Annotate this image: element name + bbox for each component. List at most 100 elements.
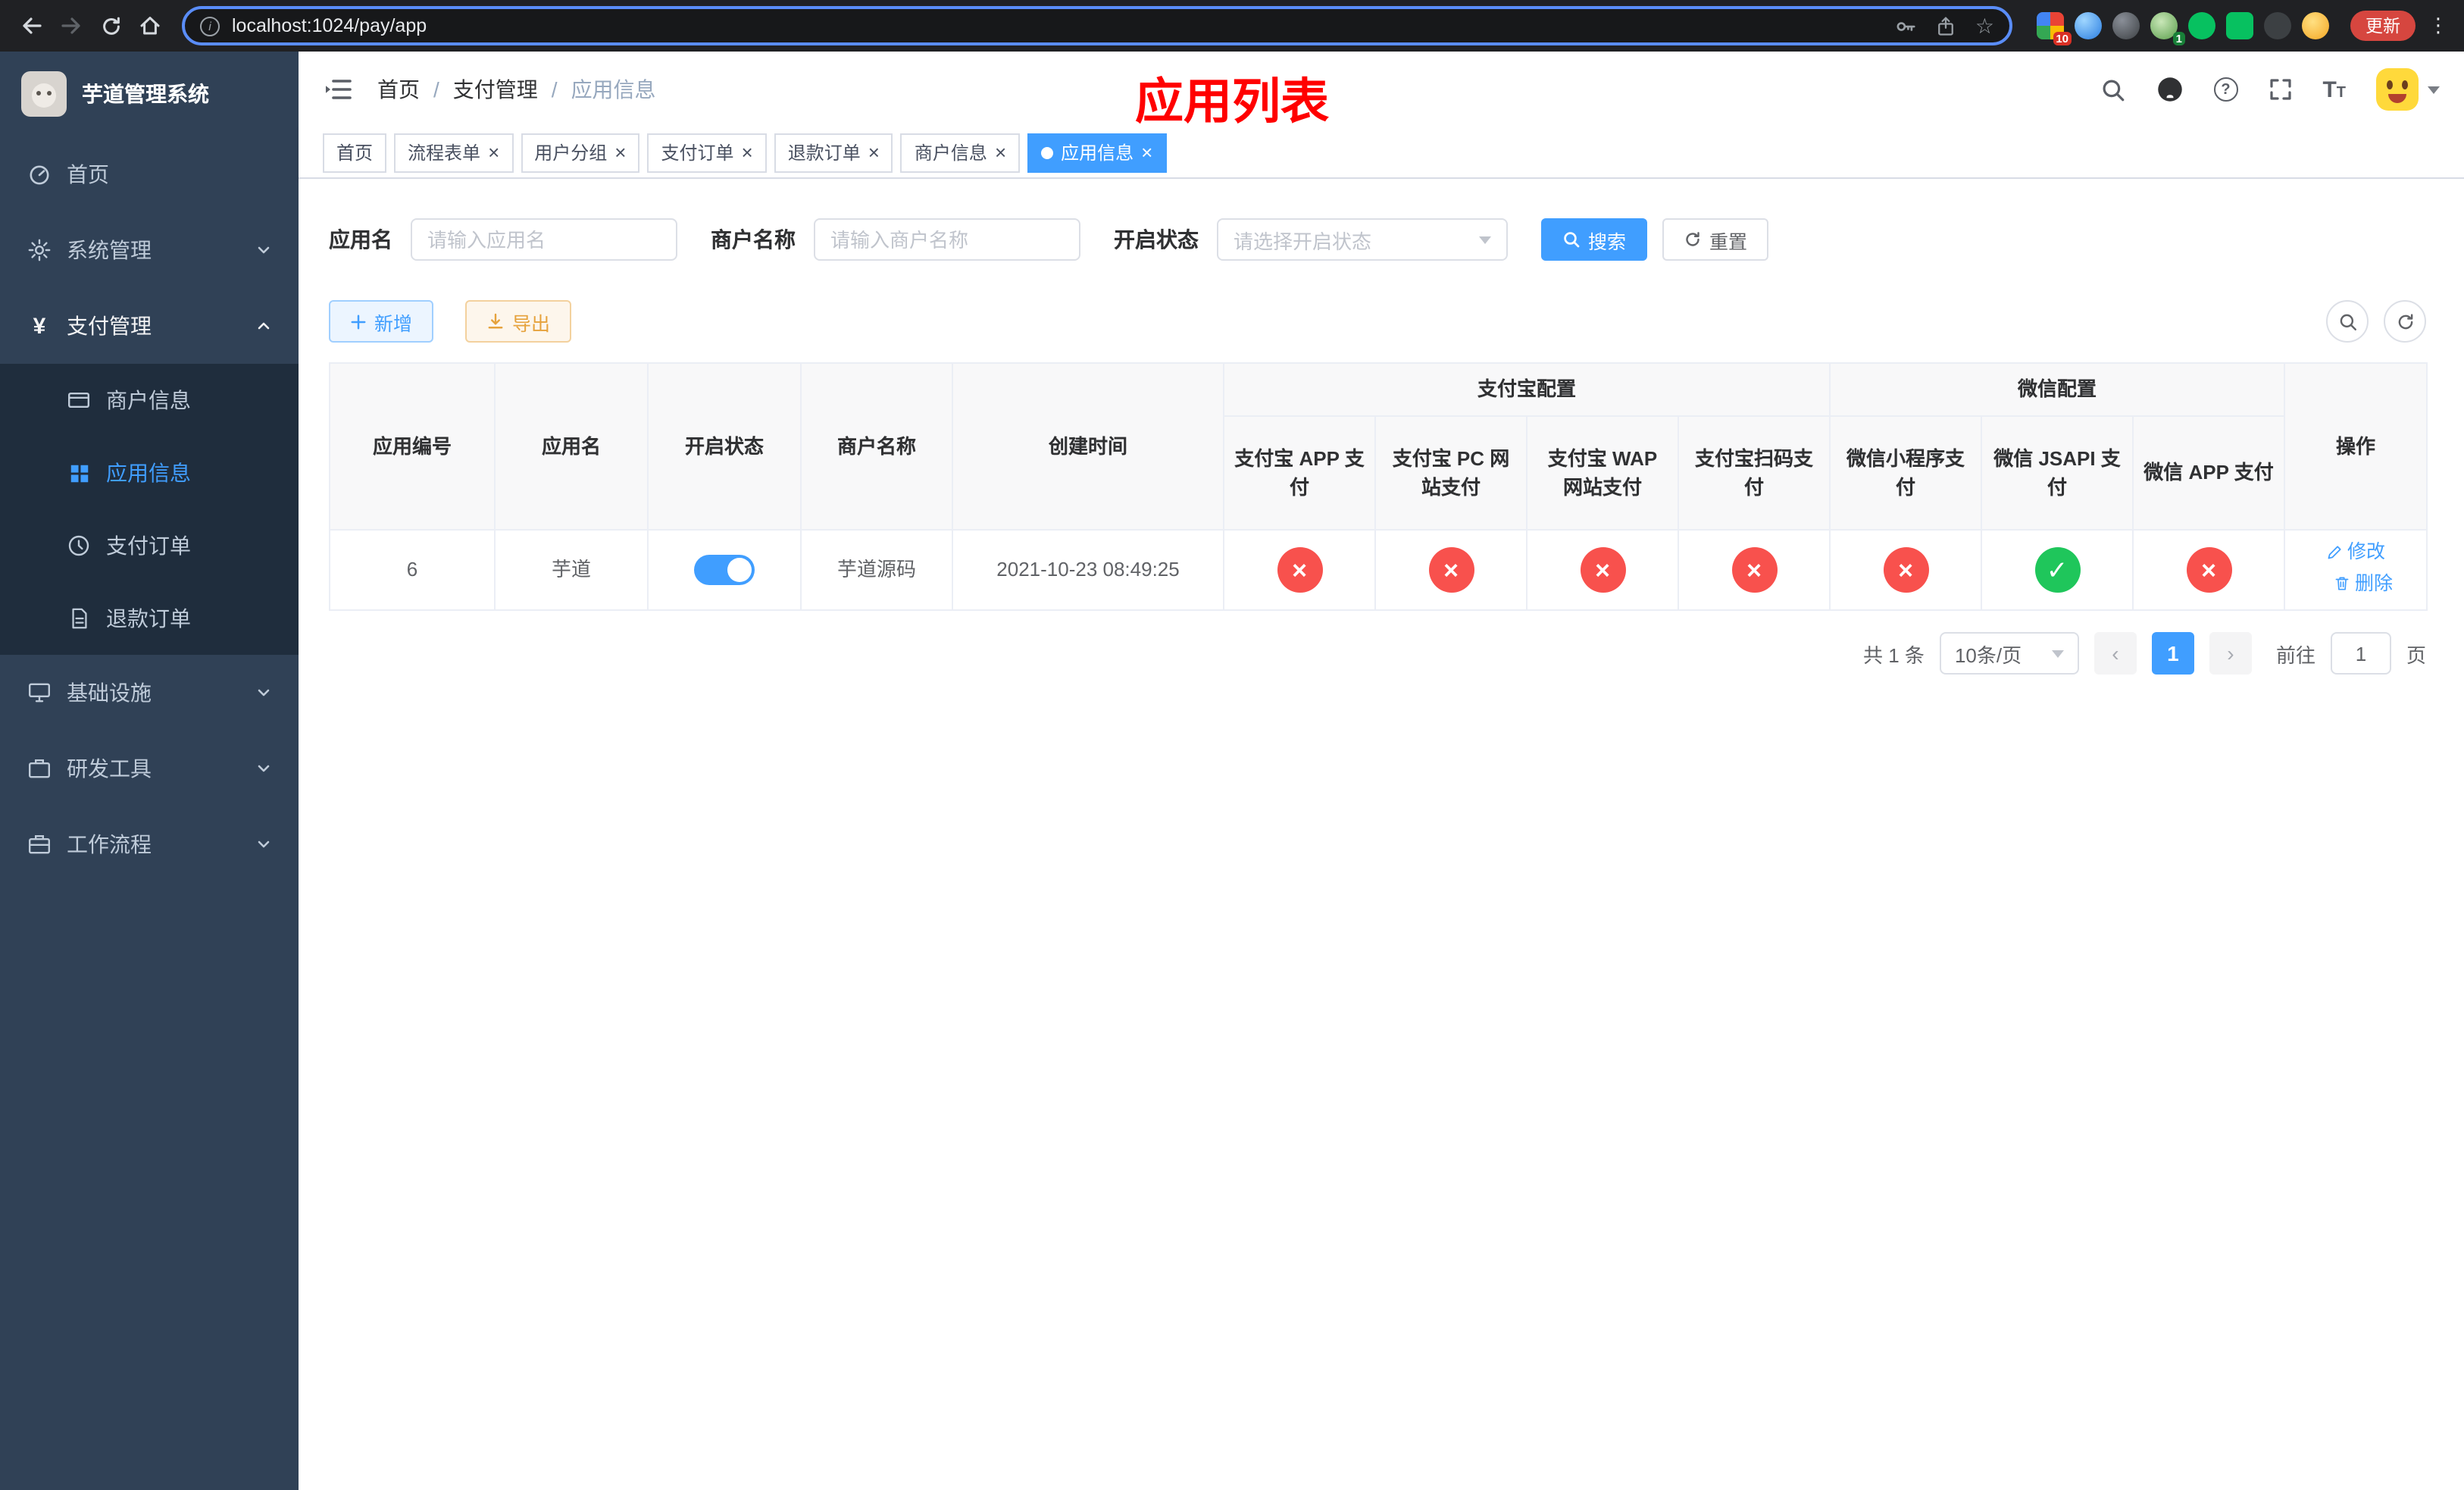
status-select[interactable]: 请选择开启状态	[1217, 218, 1508, 261]
merchant-name-input[interactable]	[814, 218, 1080, 261]
sidebar-item-infrastructure[interactable]: 基础设施	[0, 655, 299, 731]
app-table: 应用编号 应用名 开启状态 商户名称 创建时间 支付宝配置 微信配置 操作 支付…	[329, 362, 2428, 611]
add-button[interactable]: 新增	[329, 300, 434, 343]
extension-icon-green-chat[interactable]	[2226, 12, 2253, 39]
card-icon	[67, 388, 91, 412]
table-row: 6 芋道 芋道源码 2021-10-23 08:49:25 × × × × ×	[329, 529, 2428, 611]
next-page-button[interactable]: ›	[2209, 632, 2252, 675]
password-key-icon[interactable]	[1895, 14, 1918, 37]
close-icon[interactable]: ×	[742, 142, 753, 162]
user-menu[interactable]	[2376, 68, 2440, 111]
status-toggle[interactable]	[694, 555, 755, 586]
share-icon[interactable]	[1936, 14, 1957, 37]
cell-merchant-name: 芋道源码	[800, 529, 953, 611]
site-info-icon[interactable]: i	[200, 16, 220, 36]
cell-actions: 修改 删除	[2284, 529, 2428, 611]
alipay-wap-status-icon: ×	[1580, 547, 1625, 593]
help-icon[interactable]: ?	[2213, 77, 2238, 102]
tab-home[interactable]: 首页	[323, 133, 387, 172]
breadcrumb: 首页 / 支付管理 / 应用信息	[377, 74, 656, 105]
breadcrumb-payment[interactable]: 支付管理	[453, 74, 538, 105]
edit-link[interactable]: 修改	[2326, 539, 2385, 568]
page-number-button[interactable]: 1	[2151, 632, 2194, 675]
extension-icon-grid[interactable]: 10	[2037, 12, 2072, 45]
sidebar-item-merchant-info[interactable]: 商户信息	[0, 364, 299, 437]
sidebar-item-workflow[interactable]: 工作流程	[0, 806, 299, 882]
address-bar[interactable]: i localhost:1024/pay/app ☆	[182, 6, 2012, 45]
tab-app-info[interactable]: 应用信息 ×	[1027, 133, 1167, 172]
sidebar-item-refund-orders[interactable]: 退款订单	[0, 582, 299, 655]
sidebar-item-payment-orders[interactable]: 支付订单	[0, 509, 299, 582]
browser-reload-button[interactable]	[91, 6, 130, 45]
filter-form: 应用名 商户名称 开启状态 请选择开启状态	[329, 218, 2426, 261]
col-alipay-qr: 支付宝扫码支付	[1677, 415, 1831, 531]
total-count: 共 1 条	[1863, 643, 1925, 666]
sidebar-item-home[interactable]: 首页	[0, 136, 299, 212]
tab-merchant-info[interactable]: 商户信息 ×	[900, 133, 1021, 172]
header-search-icon[interactable]	[2100, 77, 2125, 102]
sidebar-menu: 首页 系统管理 ¥ 支付管理 商户信息 应用信息 支付订单 退款订单 基础设施 …	[0, 136, 299, 882]
tab-payment-orders[interactable]: 支付订单 ×	[647, 133, 767, 172]
yen-icon: ¥	[33, 313, 46, 339]
caret-down-icon	[2428, 86, 2440, 93]
sidebar-item-app-info[interactable]: 应用信息	[0, 437, 299, 509]
tab-process-form[interactable]: 流程表单 ×	[394, 133, 514, 172]
merchant-name-label: 商户名称	[711, 227, 796, 252]
logo-avatar-image	[21, 71, 67, 117]
extension-icon-avatar[interactable]: 1	[2150, 12, 2185, 45]
cell-create-time: 2021-10-23 08:49:25	[952, 529, 1224, 611]
font-size-icon[interactable]: TT	[2322, 78, 2346, 101]
hamburger-icon[interactable]	[323, 74, 353, 105]
browser-forward-button[interactable]	[52, 6, 91, 45]
delete-link[interactable]: 删除	[2334, 570, 2393, 599]
page-size-select[interactable]: 10条/页	[1939, 632, 2079, 675]
sidebar-item-dev-tools[interactable]: 研发工具	[0, 731, 299, 806]
extension-icon-blue[interactable]	[2075, 12, 2102, 39]
page-content: 应用名 商户名称 开启状态 请选择开启状态	[299, 179, 2464, 1490]
cell-app-name: 芋道	[494, 529, 649, 611]
refresh-table-button[interactable]	[2384, 300, 2426, 343]
tab-refund-orders[interactable]: 退款订单 ×	[774, 133, 893, 172]
toggle-search-button[interactable]	[2326, 300, 2369, 343]
sidebar-item-payment[interactable]: ¥ 支付管理	[0, 288, 299, 364]
fullscreen-icon[interactable]	[2268, 77, 2292, 102]
alipay-qr-status-icon: ×	[1731, 547, 1777, 593]
close-icon[interactable]: ×	[488, 142, 499, 162]
breadcrumb-home[interactable]: 首页	[377, 74, 420, 105]
tab-user-group[interactable]: 用户分组 ×	[521, 133, 640, 172]
chrome-update-button[interactable]: 更新	[2350, 11, 2416, 41]
reset-button[interactable]: 重置	[1662, 218, 1769, 261]
sidebar-item-system[interactable]: 系统管理	[0, 212, 299, 288]
col-alipay-pc: 支付宝 PC 网站支付	[1374, 415, 1527, 531]
bookmark-star-icon[interactable]: ☆	[1975, 13, 1994, 39]
close-icon[interactable]: ×	[868, 142, 880, 162]
extension-icon-green-circle[interactable]	[2188, 12, 2215, 39]
url-text: localhost:1024/pay/app	[232, 15, 427, 36]
close-icon[interactable]: ×	[995, 142, 1006, 162]
extension-icon-pin[interactable]	[2264, 12, 2291, 39]
col-group-alipay: 支付宝配置	[1222, 362, 1831, 417]
browser-home-button[interactable]	[130, 6, 170, 45]
github-icon[interactable]	[2156, 76, 2183, 103]
col-app-name: 应用名	[494, 362, 649, 531]
browser-menu-icon[interactable]: ⋮	[2425, 14, 2452, 38]
page-annotation-title: 应用列表	[1134, 74, 1330, 129]
goto-page-input[interactable]	[2330, 632, 2391, 675]
search-button[interactable]: 搜索	[1541, 218, 1648, 261]
sidebar: 芋道管理系统 首页 系统管理 ¥ 支付管理 商户信息 应用信息 支付订单 退款订…	[0, 52, 299, 1490]
extension-icon-dark-sphere[interactable]	[2112, 12, 2140, 39]
app-logo[interactable]: 芋道管理系统	[0, 52, 299, 136]
col-alipay-app: 支付宝 APP 支付	[1223, 415, 1376, 531]
pagination: 共 1 条 10条/页 ‹ 1 › 前往 页	[329, 632, 2426, 675]
col-actions: 操作	[2284, 362, 2428, 531]
extension-icon-emoji[interactable]	[2302, 12, 2329, 39]
prev-page-button[interactable]: ‹	[2093, 632, 2137, 675]
close-icon[interactable]: ×	[614, 142, 626, 162]
app-name-input[interactable]	[411, 218, 677, 261]
export-button[interactable]: 导出	[465, 300, 572, 343]
col-wechat-mini: 微信小程序支付	[1829, 415, 1983, 531]
alipay-pc-status-icon: ×	[1428, 547, 1474, 593]
browser-back-button[interactable]	[12, 6, 52, 45]
app-name-label: 应用名	[329, 227, 392, 252]
close-icon[interactable]: ×	[1141, 142, 1152, 162]
